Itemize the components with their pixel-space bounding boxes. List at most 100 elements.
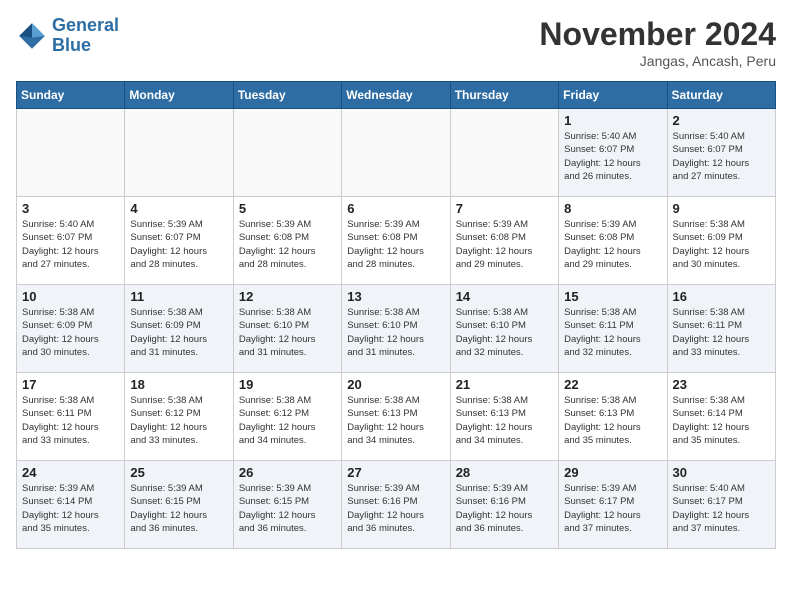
day-detail: Sunrise: 5:38 AM Sunset: 6:12 PM Dayligh… <box>239 394 336 447</box>
day-detail: Sunrise: 5:38 AM Sunset: 6:13 PM Dayligh… <box>456 394 553 447</box>
day-number: 3 <box>22 201 119 216</box>
calendar-cell: 1Sunrise: 5:40 AM Sunset: 6:07 PM Daylig… <box>559 109 667 197</box>
weekday-header-thursday: Thursday <box>450 82 558 109</box>
logo: General Blue <box>16 16 119 56</box>
day-detail: Sunrise: 5:39 AM Sunset: 6:08 PM Dayligh… <box>239 218 336 271</box>
calendar-cell <box>125 109 233 197</box>
day-detail: Sunrise: 5:39 AM Sunset: 6:17 PM Dayligh… <box>564 482 661 535</box>
calendar-cell: 2Sunrise: 5:40 AM Sunset: 6:07 PM Daylig… <box>667 109 775 197</box>
day-number: 9 <box>673 201 770 216</box>
day-number: 8 <box>564 201 661 216</box>
weekday-header-wednesday: Wednesday <box>342 82 450 109</box>
logo-text: General Blue <box>52 16 119 56</box>
day-detail: Sunrise: 5:38 AM Sunset: 6:11 PM Dayligh… <box>22 394 119 447</box>
day-number: 16 <box>673 289 770 304</box>
location: Jangas, Ancash, Peru <box>539 53 776 69</box>
calendar-cell: 9Sunrise: 5:38 AM Sunset: 6:09 PM Daylig… <box>667 197 775 285</box>
week-row-0: 1 Sunrise: 5:40 AM Sunset: 6:07 PM Daylig… <box>17 109 776 197</box>
week-row-1: 3 Sunrise: 5:40 AM Sunset: 6:07 PM Daylig… <box>17 197 776 285</box>
day-detail: Sunrise: 5:39 AM Sunset: 6:16 PM Dayligh… <box>347 482 444 535</box>
calendar-cell: 21 Sunrise: 5:38 AM Sunset: 6:13 PM Dayli… <box>450 373 558 461</box>
day-detail: Sunrise: 5:38 AM Sunset: 6:13 PM Dayligh… <box>564 394 661 447</box>
day-detail: Sunrise: 5:38 AM Sunset: 6:10 PM Dayligh… <box>347 306 444 359</box>
calendar-cell: 19 Sunrise: 5:38 AM Sunset: 6:12 PM Dayli… <box>233 373 341 461</box>
day-number: 29 <box>564 465 661 480</box>
week-row-3: 17 Sunrise: 5:38 AM Sunset: 6:11 PM Dayli… <box>17 373 776 461</box>
day-detail: Sunrise: 5:40 AM Sunset: 6:17 PM Dayligh… <box>673 482 770 535</box>
day-detail: Sunrise: 5:39 AM Sunset: 6:07 PM Dayligh… <box>130 218 227 271</box>
calendar-cell <box>450 109 558 197</box>
day-number: 19 <box>239 377 336 392</box>
day-number: 23 <box>673 377 770 392</box>
day-number: 27 <box>347 465 444 480</box>
title-block: November 2024 Jangas, Ancash, Peru <box>539 16 776 69</box>
calendar-cell <box>17 109 125 197</box>
day-number: 18 <box>130 377 227 392</box>
day-detail: Sunrise: 5:38 AM Sunset: 6:10 PM Dayligh… <box>456 306 553 359</box>
weekday-header-saturday: Saturday <box>667 82 775 109</box>
calendar-cell: 17 Sunrise: 5:38 AM Sunset: 6:11 PM Dayli… <box>17 373 125 461</box>
calendar-cell: 8Sunrise: 5:39 AM Sunset: 6:08 PM Daylig… <box>559 197 667 285</box>
day-detail: Sunrise: 5:39 AM Sunset: 6:08 PM Dayligh… <box>456 218 553 271</box>
day-detail: Sunrise: 5:38 AM Sunset: 6:09 PM Dayligh… <box>130 306 227 359</box>
day-detail: Sunrise: 5:38 AM Sunset: 6:11 PM Dayligh… <box>564 306 661 359</box>
calendar-cell: 29 Sunrise: 5:39 AM Sunset: 6:17 PM Dayli… <box>559 461 667 549</box>
page-header: General Blue November 2024 Jangas, Ancas… <box>16 16 776 69</box>
calendar-cell: 16 Sunrise: 5:38 AM Sunset: 6:11 PM Dayli… <box>667 285 775 373</box>
day-detail: Sunrise: 5:38 AM Sunset: 6:13 PM Dayligh… <box>347 394 444 447</box>
day-number: 17 <box>22 377 119 392</box>
day-number: 24 <box>22 465 119 480</box>
day-detail: Sunrise: 5:39 AM Sunset: 6:08 PM Dayligh… <box>347 218 444 271</box>
day-number: 1 <box>564 113 661 128</box>
day-number: 28 <box>456 465 553 480</box>
day-number: 14 <box>456 289 553 304</box>
day-detail: Sunrise: 5:38 AM Sunset: 6:11 PM Dayligh… <box>673 306 770 359</box>
day-detail: Sunrise: 5:39 AM Sunset: 6:15 PM Dayligh… <box>130 482 227 535</box>
calendar-cell: 18 Sunrise: 5:38 AM Sunset: 6:12 PM Dayli… <box>125 373 233 461</box>
weekday-header-sunday: Sunday <box>17 82 125 109</box>
day-detail: Sunrise: 5:38 AM Sunset: 6:12 PM Dayligh… <box>130 394 227 447</box>
calendar-cell: 5 Sunrise: 5:39 AM Sunset: 6:08 PM Daylig… <box>233 197 341 285</box>
day-detail: Sunrise: 5:39 AM Sunset: 6:14 PM Dayligh… <box>22 482 119 535</box>
calendar-cell: 15 Sunrise: 5:38 AM Sunset: 6:11 PM Dayli… <box>559 285 667 373</box>
calendar-cell <box>342 109 450 197</box>
day-detail: Sunrise: 5:39 AM Sunset: 6:16 PM Dayligh… <box>456 482 553 535</box>
day-number: 7 <box>456 201 553 216</box>
day-number: 22 <box>564 377 661 392</box>
day-number: 10 <box>22 289 119 304</box>
calendar-cell: 6 Sunrise: 5:39 AM Sunset: 6:08 PM Daylig… <box>342 197 450 285</box>
day-number: 25 <box>130 465 227 480</box>
calendar-cell: 13 Sunrise: 5:38 AM Sunset: 6:10 PM Dayli… <box>342 285 450 373</box>
weekday-header-tuesday: Tuesday <box>233 82 341 109</box>
day-number: 11 <box>130 289 227 304</box>
weekday-header-row: SundayMondayTuesdayWednesdayThursdayFrid… <box>17 82 776 109</box>
calendar-cell: 7 Sunrise: 5:39 AM Sunset: 6:08 PM Daylig… <box>450 197 558 285</box>
day-detail: Sunrise: 5:40 AM Sunset: 6:07 PM Dayligh… <box>673 130 770 183</box>
calendar-cell: 27 Sunrise: 5:39 AM Sunset: 6:16 PM Dayli… <box>342 461 450 549</box>
calendar-cell: 28 Sunrise: 5:39 AM Sunset: 6:16 PM Dayli… <box>450 461 558 549</box>
day-number: 20 <box>347 377 444 392</box>
day-detail: Sunrise: 5:38 AM Sunset: 6:10 PM Dayligh… <box>239 306 336 359</box>
calendar-cell: 26 Sunrise: 5:39 AM Sunset: 6:15 PM Dayli… <box>233 461 341 549</box>
day-detail: Sunrise: 5:39 AM Sunset: 6:15 PM Dayligh… <box>239 482 336 535</box>
calendar-cell: 4Sunrise: 5:39 AM Sunset: 6:07 PM Daylig… <box>125 197 233 285</box>
calendar-cell: 22 Sunrise: 5:38 AM Sunset: 6:13 PM Dayli… <box>559 373 667 461</box>
day-number: 12 <box>239 289 336 304</box>
day-number: 21 <box>456 377 553 392</box>
calendar-cell: 11 Sunrise: 5:38 AM Sunset: 6:09 PM Dayli… <box>125 285 233 373</box>
day-detail: Sunrise: 5:38 AM Sunset: 6:14 PM Dayligh… <box>673 394 770 447</box>
calendar-cell: 30 Sunrise: 5:40 AM Sunset: 6:17 PM Dayli… <box>667 461 775 549</box>
day-number: 26 <box>239 465 336 480</box>
calendar-cell: 25 Sunrise: 5:39 AM Sunset: 6:15 PM Dayli… <box>125 461 233 549</box>
day-number: 30 <box>673 465 770 480</box>
day-number: 5 <box>239 201 336 216</box>
day-number: 15 <box>564 289 661 304</box>
week-row-4: 24 Sunrise: 5:39 AM Sunset: 6:14 PM Dayli… <box>17 461 776 549</box>
day-number: 13 <box>347 289 444 304</box>
calendar-cell <box>233 109 341 197</box>
month-title: November 2024 <box>539 16 776 53</box>
day-detail: Sunrise: 5:40 AM Sunset: 6:07 PM Dayligh… <box>22 218 119 271</box>
calendar-cell: 14 Sunrise: 5:38 AM Sunset: 6:10 PM Dayli… <box>450 285 558 373</box>
calendar-cell: 20 Sunrise: 5:38 AM Sunset: 6:13 PM Dayli… <box>342 373 450 461</box>
day-number: 6 <box>347 201 444 216</box>
